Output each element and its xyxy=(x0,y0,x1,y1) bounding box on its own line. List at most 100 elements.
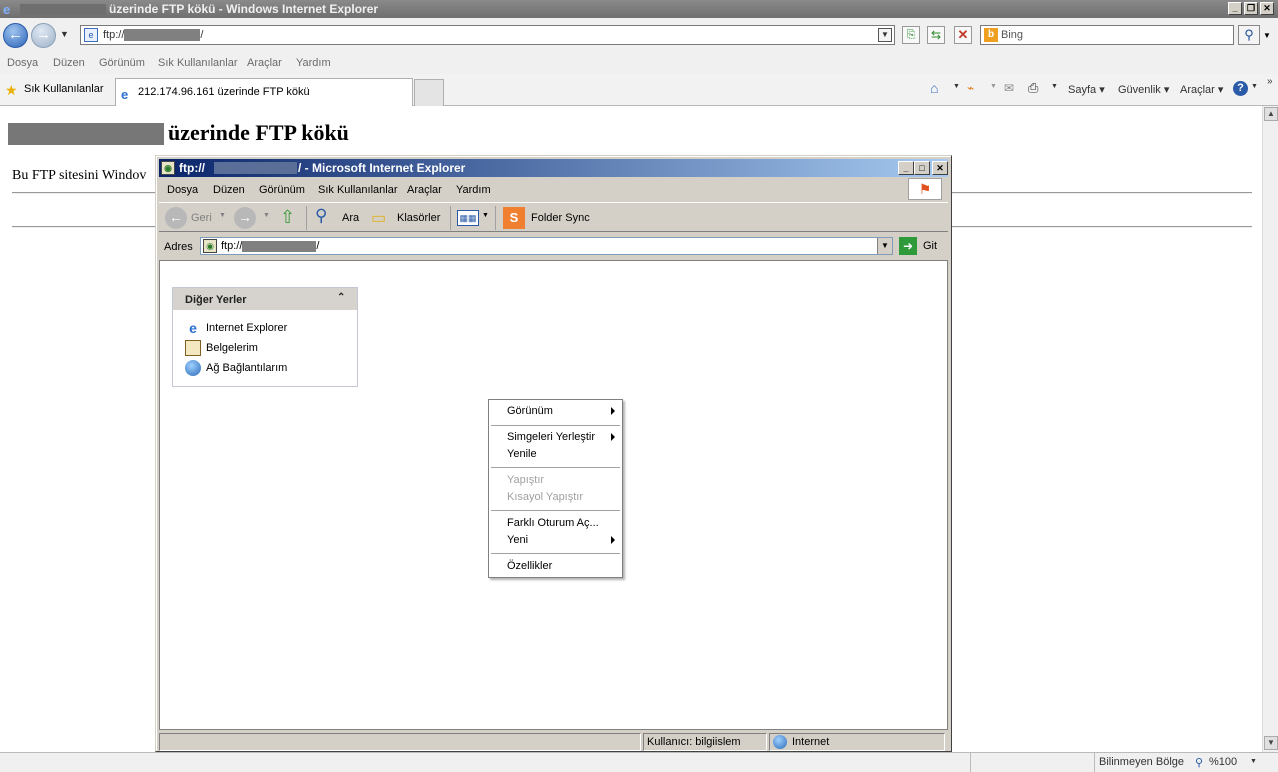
menu-view[interactable]: Görünüm xyxy=(99,57,145,69)
security-zone[interactable]: Bilinmeyen Bölge xyxy=(1099,756,1184,768)
scroll-down-icon[interactable]: ▼ xyxy=(1264,736,1278,750)
search-magnifier-icon[interactable]: ⚲ xyxy=(315,206,327,226)
toolbar-separator xyxy=(495,206,496,230)
ctx-arrange-icons[interactable]: Simgeleri Yerleştir xyxy=(507,431,595,443)
toolbar-separator xyxy=(306,206,307,230)
explorer-menu-file[interactable]: Dosya xyxy=(167,184,198,196)
print-icon[interactable]: ⎙ xyxy=(1028,80,1038,96)
explorer-back-icon[interactable]: ← xyxy=(165,207,187,229)
explorer-title-bar[interactable]: ◉ ftp:// / - Microsoft Internet Explorer… xyxy=(159,159,948,177)
explorer-menu-favorites[interactable]: Sık Kullanılanlar xyxy=(318,184,398,196)
mail-icon[interactable]: ✉ xyxy=(1004,81,1014,95)
explorer-title-prefix: ftp:// xyxy=(179,161,205,175)
home-dropdown-icon[interactable]: ▼ xyxy=(953,83,960,90)
explorer-forward-dropdown-icon[interactable]: ▼ xyxy=(263,212,270,219)
redacted-host xyxy=(124,29,201,42)
address-bar[interactable]: e ftp:// / ▼ xyxy=(80,25,895,45)
explorer-folders-button[interactable]: Klasörler xyxy=(397,212,440,224)
home-icon[interactable]: ⌂ xyxy=(930,80,938,96)
explorer-address-prefix: ftp:// xyxy=(221,240,243,252)
search-input[interactable]: b Bing xyxy=(980,25,1234,45)
views-icon[interactable]: ▦▦ xyxy=(457,210,479,226)
ctx-properties[interactable]: Özellikler xyxy=(507,560,552,572)
status-divider xyxy=(1094,753,1095,772)
minimize-button[interactable]: _ xyxy=(1228,2,1242,15)
stop-icon[interactable]: ✕ xyxy=(954,26,972,44)
go-arrow-icon: ➜ xyxy=(899,237,917,255)
explorer-minimize-button[interactable]: _ xyxy=(898,161,914,175)
views-dropdown-icon[interactable]: ▼ xyxy=(482,212,489,219)
tools-menu[interactable]: Araçlar ▾ xyxy=(1180,83,1223,96)
go-button[interactable]: ➜ Git xyxy=(899,237,939,255)
status-user: Kullanıcı: bilgiislem xyxy=(643,733,767,751)
ctx-login-as[interactable]: Farklı Oturum Aç... xyxy=(507,517,599,529)
menu-tools[interactable]: Araçlar xyxy=(247,57,282,69)
explorer-back-label[interactable]: Geri xyxy=(191,212,212,224)
chevron-more-icon[interactable]: » xyxy=(1267,76,1273,87)
search-placeholder: Bing xyxy=(1001,29,1024,41)
redacted-heading-host xyxy=(8,123,164,145)
history-dropdown-icon[interactable]: ▼ xyxy=(60,29,69,39)
search-options-icon[interactable]: ▼ xyxy=(1263,31,1271,40)
internet-globe-icon xyxy=(773,735,787,749)
help-icon[interactable]: ? xyxy=(1233,81,1248,96)
explorer-address-dropdown-icon[interactable]: ▼ xyxy=(877,238,892,254)
explorer-back-dropdown-icon[interactable]: ▼ xyxy=(219,212,226,219)
folders-icon[interactable]: ▭ xyxy=(371,208,386,228)
ctx-view[interactable]: Görünüm xyxy=(507,405,553,417)
feeds-icon[interactable]: ⌁ xyxy=(967,81,974,95)
zoom-level[interactable]: %100 xyxy=(1209,756,1237,768)
new-tab-button[interactable] xyxy=(414,79,444,106)
explorer-close-button[interactable]: ✕ xyxy=(932,161,948,175)
explorer-forward-icon[interactable]: → xyxy=(234,207,256,229)
tab-active[interactable]: e 212.174.96.161 üzerinde FTP kökü xyxy=(115,78,413,106)
explorer-menu-edit[interactable]: Düzen xyxy=(213,184,245,196)
menu-favorites[interactable]: Sık Kullanılanlar xyxy=(158,57,238,69)
search-button-icon[interactable]: ⚲ xyxy=(1238,25,1260,45)
place-label: Internet Explorer xyxy=(206,321,288,334)
menu-separator xyxy=(491,425,620,426)
status-divider xyxy=(970,753,971,772)
scroll-up-icon[interactable]: ▲ xyxy=(1264,107,1278,121)
status-pane-main xyxy=(159,733,641,751)
explorer-maximize-button[interactable]: □ xyxy=(914,161,930,175)
menu-help[interactable]: Yardım xyxy=(296,57,331,69)
collapse-chevron-icon[interactable]: ⌃ xyxy=(337,292,345,303)
explorer-menu-tools[interactable]: Araçlar xyxy=(407,184,442,196)
page-menu[interactable]: Sayfa ▾ xyxy=(1068,83,1105,96)
help-dropdown-icon[interactable]: ▼ xyxy=(1251,83,1258,90)
folder-sync-icon[interactable]: S xyxy=(503,207,525,229)
place-my-documents[interactable]: Belgelerim xyxy=(185,340,258,356)
other-places-header[interactable]: Diğer Yerler ⌃ xyxy=(173,288,357,310)
restore-button[interactable]: ❐ xyxy=(1244,2,1258,15)
place-network-connections[interactable]: Ağ Bağlantılarım xyxy=(185,360,287,376)
safety-menu[interactable]: Güvenlik ▾ xyxy=(1118,83,1169,96)
go-label: Git xyxy=(923,240,938,252)
ctx-new[interactable]: Yeni xyxy=(507,534,528,546)
folder-sync-button[interactable]: Folder Sync xyxy=(531,212,590,224)
back-button[interactable]: ← xyxy=(3,23,28,48)
menu-edit[interactable]: Düzen xyxy=(53,57,85,69)
ctx-refresh[interactable]: Yenile xyxy=(507,448,537,460)
explorer-search-button[interactable]: Ara xyxy=(342,212,359,224)
navigation-bar: ← → ▼ e ftp:// / ▼ ⎘ ⇆ ✕ b Bing ⚲ ▼ xyxy=(0,18,1278,53)
close-button[interactable]: ✕ xyxy=(1260,2,1274,15)
print-dropdown-icon[interactable]: ▼ xyxy=(1051,83,1058,90)
favorites-button[interactable]: Sık Kullanılanlar xyxy=(24,83,104,95)
vertical-scrollbar[interactable]: ▲ ▼ xyxy=(1262,106,1278,752)
feeds-dropdown-icon[interactable]: ▼ xyxy=(990,83,997,90)
safety-menu-label: Güvenlik xyxy=(1118,84,1161,96)
explorer-menu-view[interactable]: Görünüm xyxy=(259,184,305,196)
refresh-icon[interactable]: ⇆ xyxy=(927,26,945,44)
forward-button[interactable]: → xyxy=(31,23,56,48)
my-documents-icon xyxy=(185,340,201,356)
explorer-menu-help[interactable]: Yardım xyxy=(456,184,491,196)
up-folder-icon[interactable]: ⇧ xyxy=(280,207,295,228)
place-internet-explorer[interactable]: e Internet Explorer xyxy=(185,320,287,336)
ftp-address-icon: ◉ xyxy=(203,239,217,253)
menu-file[interactable]: Dosya xyxy=(7,57,38,69)
compatibility-icon[interactable]: ⎘ xyxy=(902,26,920,44)
explorer-address-input[interactable]: ◉ ftp:// / ▼ xyxy=(200,237,893,255)
zoom-dropdown-icon[interactable]: ▼ xyxy=(1250,758,1257,765)
address-dropdown-icon[interactable]: ▼ xyxy=(878,28,892,42)
